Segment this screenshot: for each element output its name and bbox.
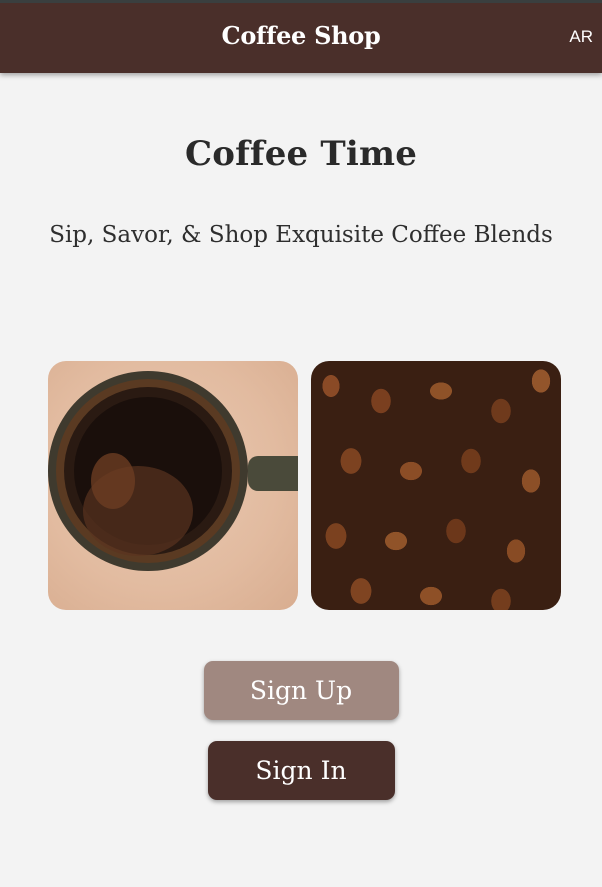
app-title: Coffee Shop: [221, 21, 381, 50]
coffee-cup-illustration: [48, 371, 298, 571]
coffee-beans-photo: [311, 361, 561, 610]
hero-title: Coffee Time: [184, 134, 418, 174]
language-toggle-button[interactable]: AR: [569, 27, 593, 47]
hero-subtitle: Sip, Savor, & Shop Exquisite Coffee Blen…: [49, 222, 553, 248]
sign-up-button[interactable]: Sign Up: [203, 661, 399, 720]
sign-in-button[interactable]: Sign In: [207, 741, 395, 800]
app-bar: Coffee Shop AR: [0, 0, 602, 73]
coffee-cup-photo: [48, 361, 298, 610]
